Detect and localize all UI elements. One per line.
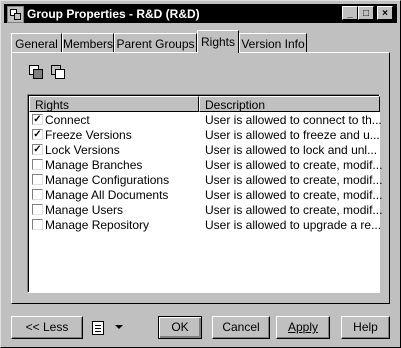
title-bar[interactable]: Group Properties - R&D (R&D) _ □ × (4, 4, 397, 23)
right-description: User is allowed to freeze and u... (205, 128, 380, 142)
list-item[interactable]: Manage Configurations User is allowed to… (29, 173, 383, 188)
apply-label: Apply (287, 320, 319, 334)
select-all-icon[interactable] (29, 65, 43, 79)
minimize-button[interactable]: _ (342, 6, 358, 20)
right-description: User is allowed to create, modif... (205, 158, 383, 172)
dialog-window: Group Properties - R&D (R&D) _ □ × Gener… (0, 0, 401, 348)
maximize-button[interactable]: □ (358, 6, 374, 20)
right-description: User is allowed to create, modif... (205, 203, 383, 217)
help-button[interactable]: Help (341, 316, 390, 339)
right-checkbox[interactable]: ✓ (32, 114, 43, 125)
list-item[interactable]: ✓ Lock Versions User is allowed to lock … (29, 143, 380, 158)
right-name: Freeze Versions (45, 128, 132, 142)
rights-list[interactable]: Rights Description ✓ Connect User is all… (27, 94, 383, 293)
right-description: User is allowed to connect to th... (205, 113, 382, 127)
right-name: Connect (45, 113, 90, 127)
right-checkbox[interactable] (32, 189, 43, 200)
list-item[interactable]: ✓ Freeze Versions User is allowed to fre… (29, 128, 380, 143)
deselect-all-icon[interactable] (51, 65, 65, 79)
right-name: Manage Repository (45, 218, 150, 232)
less-button[interactable]: << Less (11, 316, 83, 339)
right-checkbox[interactable] (32, 159, 43, 170)
rights-panel: Rights Description ✓ Connect User is all… (11, 52, 390, 304)
close-button[interactable]: × (377, 6, 393, 20)
list-item[interactable]: ✓ Connect User is allowed to connect to … (29, 113, 382, 128)
tab-parent-groups[interactable]: Parent Groups (114, 33, 197, 52)
tab-general[interactable]: General (11, 33, 62, 52)
apply-button[interactable]: Apply (276, 316, 330, 339)
right-name: Lock Versions (45, 143, 120, 157)
right-name: Manage All Documents (45, 188, 169, 202)
chevron-down-icon[interactable] (115, 325, 123, 329)
column-header-description[interactable]: Description (199, 96, 380, 112)
right-checkbox[interactable] (32, 174, 43, 185)
tab-rights[interactable]: Rights (197, 30, 239, 53)
right-checkbox[interactable] (32, 204, 43, 215)
right-name: Manage Configurations (45, 173, 170, 187)
list-item[interactable]: Manage Repository User is allowed to upg… (29, 218, 382, 233)
window-title: Group Properties - R&D (R&D) (27, 7, 200, 21)
list-item[interactable]: Manage Users User is allowed to create, … (29, 203, 383, 218)
right-description: User is allowed to lock and unl... (205, 143, 378, 157)
right-checkbox[interactable]: ✓ (32, 144, 43, 155)
cancel-button[interactable]: Cancel (212, 316, 270, 339)
list-item[interactable]: Manage Branches User is allowed to creat… (29, 158, 383, 173)
right-checkbox[interactable] (32, 219, 43, 230)
report-icon[interactable] (92, 321, 104, 335)
group-icon (7, 6, 24, 23)
right-checkbox[interactable]: ✓ (32, 129, 43, 140)
right-description: User is allowed to create, modif... (205, 173, 383, 187)
list-item[interactable]: Manage All Documents User is allowed to … (29, 188, 383, 203)
column-header-rights[interactable]: Rights (29, 96, 199, 112)
ok-button[interactable]: OK (158, 316, 202, 339)
tab-members[interactable]: Members (62, 33, 114, 52)
right-name: Manage Branches (45, 158, 143, 172)
right-description: User is allowed to create, modif... (205, 188, 383, 202)
right-description: User is allowed to upgrade a re... (205, 218, 382, 232)
tab-version-info[interactable]: Version Info (239, 33, 307, 52)
right-name: Manage Users (45, 203, 124, 217)
